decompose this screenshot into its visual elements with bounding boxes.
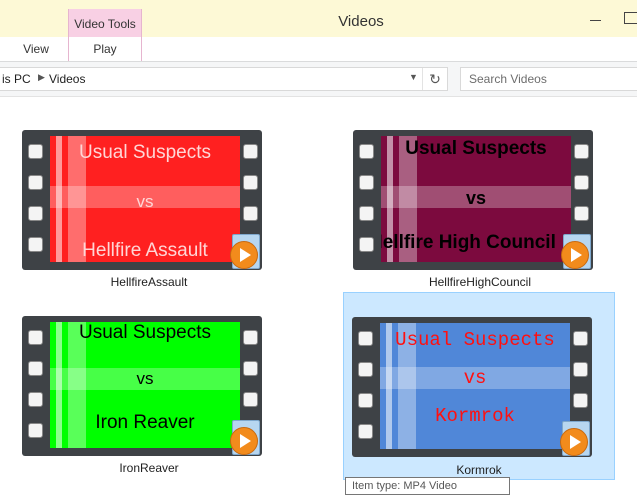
- media-player-icon: [561, 234, 591, 269]
- film-hole: [28, 175, 43, 190]
- frame-text-line2: vs: [136, 369, 154, 388]
- frame-text-line1: Usual Suspects: [78, 322, 211, 343]
- film-hole: [28, 330, 43, 345]
- play-icon: [560, 428, 588, 456]
- video-frame: Usual Suspects vs Hellfire High Council: [381, 136, 571, 262]
- video-thumbnail: Usual Suspects vs Iron Reaver: [22, 316, 262, 456]
- film-hole: [28, 392, 43, 407]
- media-player-icon: [230, 234, 260, 269]
- play-icon: [561, 241, 589, 269]
- breadcrumb-videos[interactable]: Videos: [49, 72, 85, 86]
- file-name-label: IronReaver: [119, 461, 179, 475]
- video-item-hellfire-high-council[interactable]: Usual Suspects vs Hellfire High Council …: [345, 121, 615, 301]
- window-title: Videos: [338, 13, 384, 30]
- frame-text-line1: Usual Suspects: [78, 142, 211, 163]
- film-hole: [573, 362, 588, 377]
- video-thumbnail: Usual Suspects vs Kormrok: [352, 317, 592, 457]
- film-hole: [573, 393, 588, 408]
- frame-text-line3: Hellfire High Council: [381, 232, 556, 253]
- video-item-hellfire-assault[interactable]: Usual Suspects vs Hellfire Assault Hellf…: [14, 121, 284, 301]
- video-item-iron-reaver[interactable]: Usual Suspects vs Iron Reaver IronReaver: [14, 307, 284, 487]
- frame-text-line2: vs: [136, 192, 154, 211]
- play-icon: [230, 241, 258, 269]
- search-placeholder: Search Videos: [469, 72, 547, 86]
- film-hole: [359, 206, 374, 221]
- tab-view[interactable]: View: [14, 37, 58, 61]
- tab-play[interactable]: Play: [68, 37, 142, 61]
- address-bar[interactable]: is PC ▶ Videos ▼ ↻: [0, 67, 448, 91]
- tooltip-text: Item type: MP4 Video: [352, 480, 457, 492]
- media-player-icon: [230, 420, 260, 455]
- film-hole: [574, 175, 589, 190]
- frame-text-line2: vs: [465, 188, 487, 208]
- breadcrumb-chevron-icon[interactable]: ▶: [38, 72, 45, 83]
- film-hole: [359, 175, 374, 190]
- video-thumbnail: Usual Suspects vs Hellfire Assault: [22, 130, 262, 270]
- film-hole: [243, 361, 258, 376]
- film-hole: [359, 144, 374, 159]
- film-hole: [358, 393, 373, 408]
- search-input[interactable]: Search Videos: [460, 67, 637, 91]
- navigation-bar: is PC ▶ Videos ▼ ↻ Search Videos: [0, 62, 637, 97]
- frame-text-line3: Hellfire Assault: [82, 240, 208, 261]
- film-hole: [243, 206, 258, 221]
- minimize-button[interactable]: [590, 13, 601, 21]
- frame-text-line1: Usual Suspects: [395, 329, 555, 351]
- frame-text-line1: Usual Suspects: [405, 138, 547, 159]
- maximize-button[interactable]: [624, 12, 637, 24]
- address-history-dropdown-icon[interactable]: ▼: [409, 72, 418, 82]
- video-frame: Usual Suspects vs Iron Reaver: [50, 322, 240, 448]
- file-name-label: Kormrok: [456, 463, 502, 477]
- item-type-tooltip: Item type: MP4 Video: [345, 477, 510, 495]
- film-hole: [243, 144, 258, 159]
- ribbon: View Play: [0, 37, 637, 62]
- film-hole: [358, 424, 373, 439]
- media-player-icon: [560, 421, 590, 456]
- video-frame: Usual Suspects vs Kormrok: [380, 323, 570, 449]
- video-thumbnail: Usual Suspects vs Hellfire High Council: [353, 130, 593, 270]
- frame-text-line2: vs: [463, 367, 487, 389]
- frame-text-line3: Iron Reaver: [95, 412, 195, 433]
- film-hole: [574, 144, 589, 159]
- breadcrumb-this-pc[interactable]: is PC: [2, 72, 31, 86]
- film-hole: [28, 206, 43, 221]
- film-hole: [243, 175, 258, 190]
- film-hole: [358, 331, 373, 346]
- file-name-label: HellfireAssault: [110, 275, 188, 289]
- title-bar: Video Tools Videos: [0, 0, 637, 37]
- file-view: Usual Suspects vs Hellfire Assault Hellf…: [0, 97, 637, 493]
- film-hole: [28, 361, 43, 376]
- frame-text-line3: Kormrok: [435, 405, 515, 427]
- film-hole: [359, 237, 374, 252]
- film-hole: [28, 237, 43, 252]
- file-name-label: HellfireHighCouncil: [428, 275, 532, 289]
- play-icon: [230, 427, 258, 455]
- video-frame: Usual Suspects vs Hellfire Assault: [50, 136, 240, 262]
- film-hole: [574, 206, 589, 221]
- film-hole: [243, 330, 258, 345]
- refresh-icon[interactable]: ↻: [422, 68, 447, 90]
- film-hole: [28, 144, 43, 159]
- video-item-kormrok[interactable]: Usual Suspects vs Kormrok Kormrok: [343, 292, 615, 480]
- film-hole: [358, 362, 373, 377]
- film-hole: [243, 392, 258, 407]
- film-hole: [28, 423, 43, 438]
- film-hole: [573, 331, 588, 346]
